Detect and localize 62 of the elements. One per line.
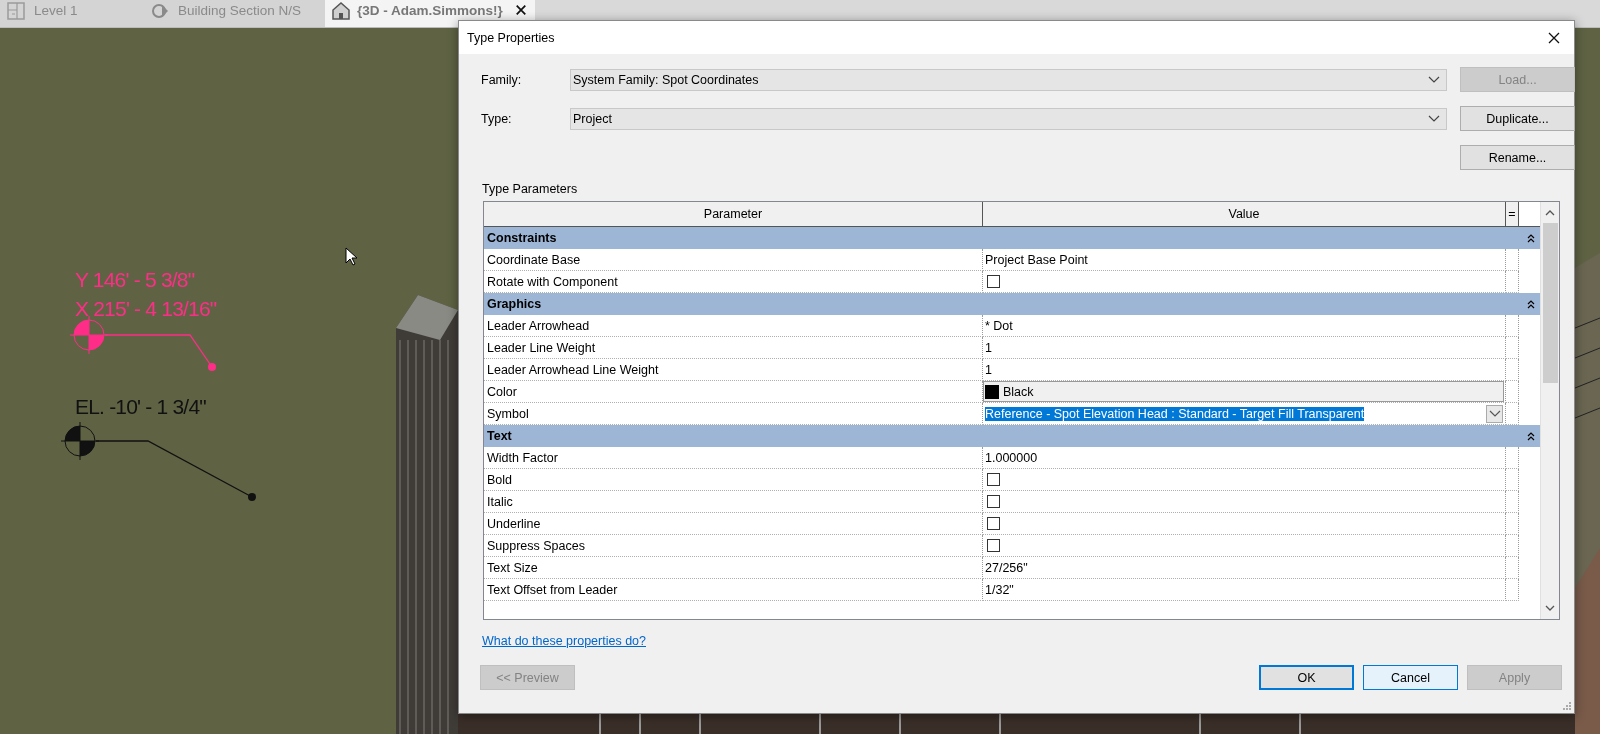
parameter-name: Color xyxy=(484,381,983,403)
field-label: Family: xyxy=(481,72,523,87)
parameter-name: Leader Arrowhead Line Weight xyxy=(484,359,983,381)
chevron-down-icon xyxy=(1428,114,1440,123)
house-icon xyxy=(331,1,351,21)
dialog-button[interactable]: Cancel xyxy=(1363,665,1458,690)
parameter-name: Underline xyxy=(484,513,983,535)
chevron-down-icon xyxy=(1488,409,1501,418)
scroll-up-icon[interactable] xyxy=(1545,209,1555,216)
value-cell[interactable]: 1.000000 xyxy=(983,447,1506,469)
scrollbar[interactable] xyxy=(1540,202,1559,619)
parameter-name: Text Offset from Leader xyxy=(484,579,983,601)
resize-grip-icon[interactable] xyxy=(1562,701,1572,711)
dialog-title: Type Properties xyxy=(467,30,555,45)
field-label: Type: xyxy=(481,111,513,126)
chevron-down-icon xyxy=(1428,75,1440,84)
dialog-button[interactable]: OK xyxy=(1259,665,1354,690)
parameter-name: Leader Arrowhead xyxy=(484,315,983,337)
spot-tag-text: EL. -10' - 1 3/4" xyxy=(75,394,206,420)
symbol-value-text[interactable]: Reference - Spot Elevation Head : Standard - Target Fill Transparent xyxy=(985,406,1365,421)
rename-button[interactable]: Rename... xyxy=(1460,145,1575,170)
value-cell[interactable]: 1/32" xyxy=(983,579,1506,601)
parameter-name: Suppress Spaces xyxy=(484,535,983,557)
type-dropdown[interactable]: Project xyxy=(570,107,1447,130)
close-icon xyxy=(1548,31,1560,44)
collapse-icon xyxy=(1527,299,1535,309)
close-icon[interactable] xyxy=(515,4,527,16)
column-header[interactable]: Value xyxy=(983,202,1506,226)
family-dropdown[interactable]: System Family: Spot Coordinates xyxy=(570,68,1447,91)
duplicate-button[interactable]: Duplicate... xyxy=(1460,106,1575,131)
parameter-name: Bold xyxy=(484,469,983,491)
value-cell[interactable]: 27/256" xyxy=(983,557,1506,579)
checkbox[interactable] xyxy=(987,275,1000,288)
floor-plan-icon xyxy=(6,1,26,21)
parameter-name: Width Factor xyxy=(484,447,983,469)
collapse-icon xyxy=(1527,431,1535,441)
help-link[interactable]: What do these properties do? xyxy=(482,634,646,648)
dropdown-button[interactable] xyxy=(1486,404,1503,423)
parameter-name: Italic xyxy=(484,491,983,513)
column-header[interactable]: Parameter xyxy=(484,202,983,226)
section-label: Type Parameters xyxy=(481,181,579,198)
column-header[interactable]: = xyxy=(1506,202,1519,226)
spot-tag-text: Y 146' - 5 3/8" xyxy=(75,267,196,293)
parameter-name: Coordinate Base xyxy=(484,249,983,271)
cursor-icon xyxy=(345,247,357,266)
checkbox[interactable] xyxy=(987,539,1000,552)
scroll-down-icon[interactable] xyxy=(1545,605,1555,612)
value-cell[interactable]: 1 xyxy=(983,337,1506,359)
checkbox[interactable] xyxy=(987,517,1000,530)
parameter-name: Leader Line Weight xyxy=(484,337,983,359)
color-picker-button[interactable]: Black xyxy=(983,381,1504,402)
value-cell[interactable]: * Dot xyxy=(983,315,1506,337)
collapse-icon xyxy=(1527,233,1535,243)
value-cell[interactable]: Project Base Point xyxy=(983,249,1506,271)
group-header[interactable]: Constraints xyxy=(484,227,1540,249)
group-header[interactable]: Graphics xyxy=(484,293,1540,315)
checkbox[interactable] xyxy=(987,495,1000,508)
section-icon xyxy=(150,1,170,21)
spot-tag-text: X 215' - 4 13/16" xyxy=(75,296,217,322)
checkbox[interactable] xyxy=(987,473,1000,486)
parameter-name: Text Size xyxy=(484,557,983,579)
group-header[interactable]: Text xyxy=(484,425,1540,447)
